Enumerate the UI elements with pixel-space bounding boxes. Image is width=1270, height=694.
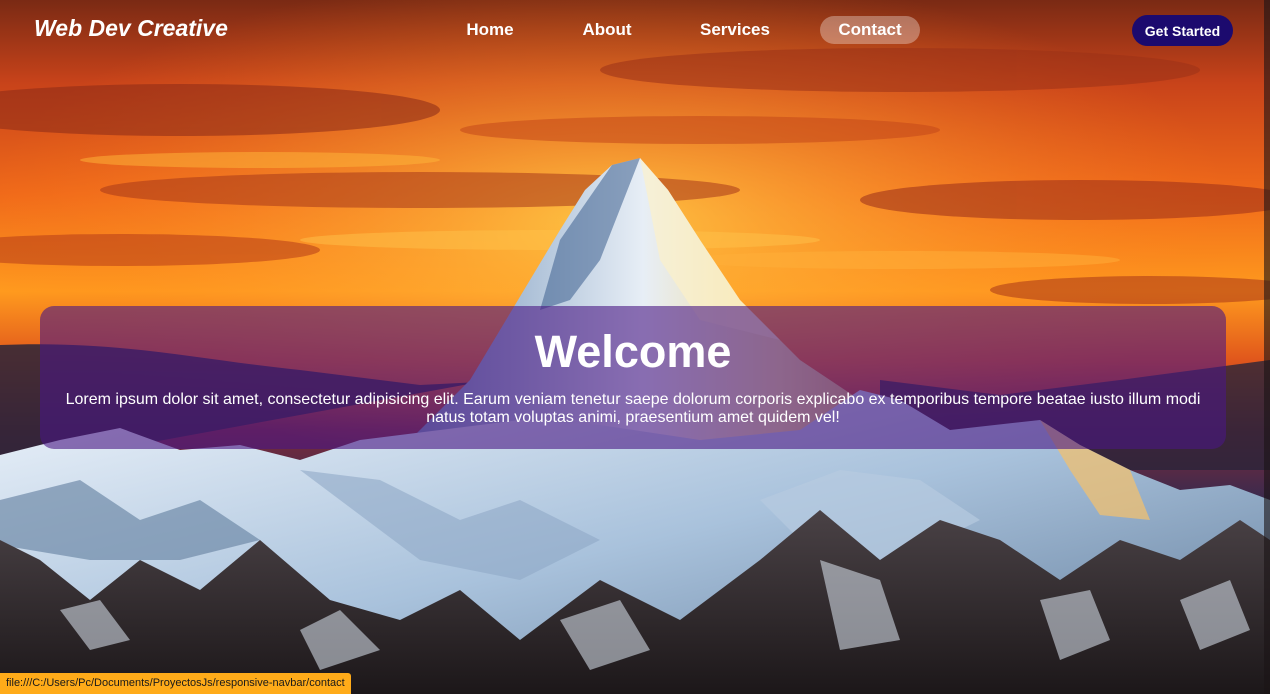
hero-card: Welcome Lorem ipsum dolor sit amet, cons… [40,306,1226,449]
nav-link-about[interactable]: About [574,16,640,44]
nav-link-services[interactable]: Services [694,16,776,44]
nav-link-home[interactable]: Home [456,16,524,44]
hero-title: Welcome [534,326,732,377]
navbar: Web Dev Creative Home About Services Con… [0,0,1270,60]
get-started-button[interactable]: Get Started [1132,15,1233,46]
brand-logo[interactable]: Web Dev Creative [34,15,228,42]
nav-link-contact[interactable]: Contact [820,16,920,44]
status-bar-url: file:///C:/Users/Pc/Documents/ProyectosJ… [0,673,351,694]
page: Web Dev Creative Home About Services Con… [0,0,1270,694]
hero-text: Lorem ipsum dolor sit amet, consectetur … [65,391,1201,426]
